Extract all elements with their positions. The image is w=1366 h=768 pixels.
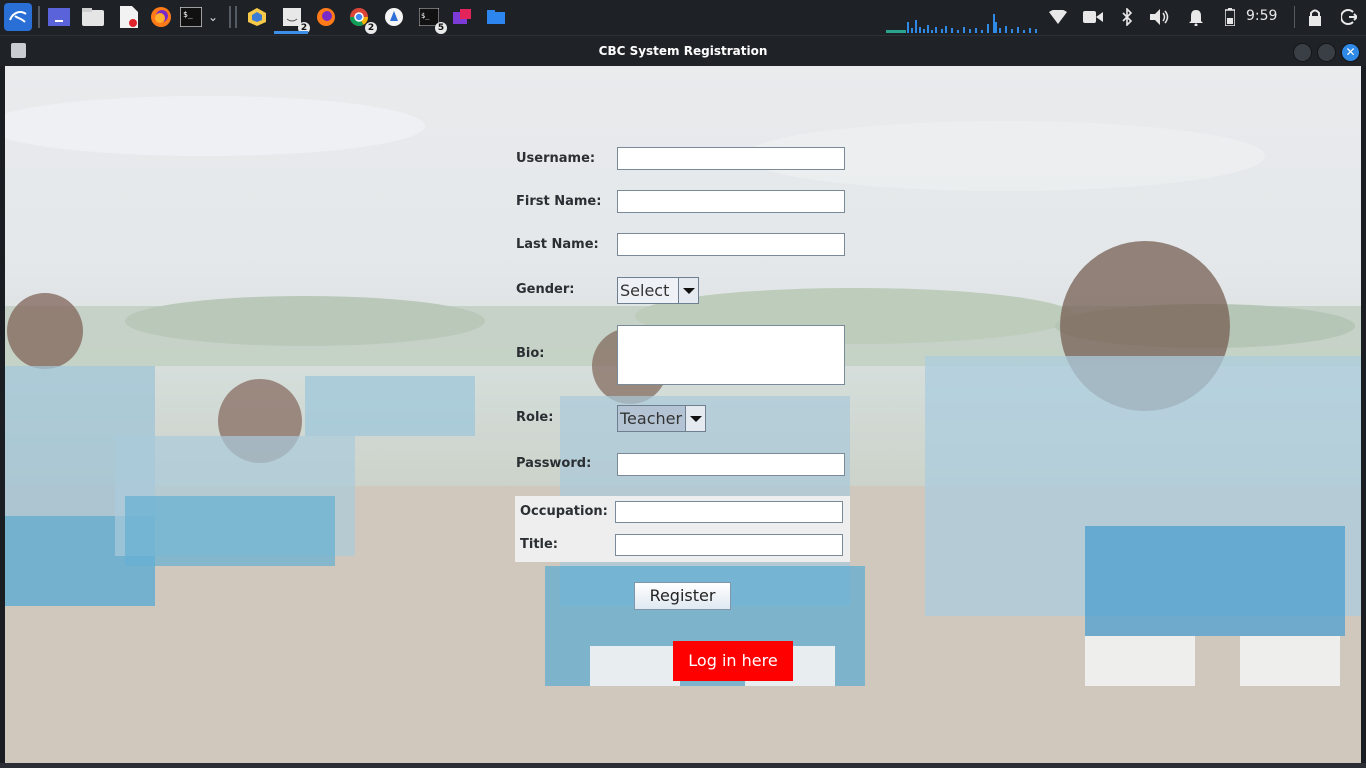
show-desktop-icon[interactable] [47,5,71,29]
camera-icon[interactable] [1083,7,1103,27]
kali-menu-icon[interactable] [4,3,32,31]
terminal-icon[interactable]: $_ [180,5,202,29]
firefox-icon[interactable] [149,5,173,29]
role-select[interactable]: Teacher [617,405,706,432]
chevron-down-icon[interactable] [685,406,705,431]
first-name-input[interactable] [617,190,845,213]
teacher-details-panel: Occupation: Title: [515,496,850,562]
task-count-badge: 5 [435,22,447,34]
active-task-indicator [274,31,308,34]
registration-window-content: Username: First Name: Last Name: Gender:… [5,66,1361,763]
terminal-task-icon[interactable]: $_ 5 [417,5,447,34]
task-count-badge: 2 [365,22,377,34]
title-input[interactable] [615,534,843,556]
title-label: Title: [520,537,559,552]
taskbar-separator [235,6,237,28]
text-editor-icon[interactable] [116,5,140,29]
bio-label: Bio: [516,346,545,361]
battery-icon[interactable] [1220,7,1240,27]
first-name-label: First Name: [516,194,602,209]
svg-text:$_: $_ [183,10,193,19]
close-button[interactable]: ✕ [1341,43,1360,62]
terminal-dropdown-chevron-icon[interactable]: ⌄ [205,5,221,29]
notifications-bell-icon[interactable] [1186,7,1206,27]
window-title: CBC System Registration [598,44,768,58]
last-name-label: Last Name: [516,237,599,252]
svg-text:$_: $_ [421,12,430,20]
gender-select[interactable]: Select [617,277,699,304]
password-label: Password: [516,456,592,471]
occupation-input[interactable] [615,501,843,523]
media-task-icon[interactable] [450,5,474,29]
taskbar-separator [1294,6,1295,28]
logout-icon[interactable] [1339,7,1359,27]
wifi-icon[interactable] [1048,7,1068,27]
volume-icon[interactable] [1150,7,1170,27]
file-manager-icon[interactable] [81,5,105,29]
firefox-task-icon[interactable] [314,5,338,29]
password-input[interactable] [617,453,845,476]
register-button[interactable]: Register [634,582,731,610]
folder-task-icon[interactable] [484,5,508,29]
minimize-button[interactable] [1293,43,1312,62]
username-input[interactable] [617,147,845,170]
role-label: Role: [516,410,554,425]
bluetooth-icon[interactable] [1117,7,1137,27]
maximize-button[interactable] [1317,43,1336,62]
last-name-input[interactable] [617,233,845,256]
ide-cube-icon[interactable] [245,5,269,29]
taskbar-separator [229,6,231,28]
taskbar-separator [38,6,40,28]
window-bottom-edge [0,763,1366,768]
chrome-task-icon[interactable]: 2 [347,5,377,34]
window-title-bar[interactable]: CBC System Registration ✕ [0,36,1366,66]
java-app-task-icon[interactable]: 2 [280,5,310,34]
gender-label: Gender: [516,282,575,297]
username-label: Username: [516,151,596,166]
lock-screen-icon[interactable] [1305,7,1325,27]
occupation-label: Occupation: [520,504,608,519]
bio-textarea[interactable] [617,325,845,385]
clock[interactable]: 9:59 [1246,8,1277,24]
gender-selected-value: Select [620,281,670,300]
cpu-usage-graph [886,14,1037,33]
taskbar: $_ ⌄ 2 2 $_ 5 9:59 [0,0,1366,36]
app-store-task-icon[interactable] [382,5,406,29]
role-selected-value: Teacher [620,409,683,428]
chevron-down-icon[interactable] [678,278,698,303]
login-link-button[interactable]: Log in here [673,641,793,681]
